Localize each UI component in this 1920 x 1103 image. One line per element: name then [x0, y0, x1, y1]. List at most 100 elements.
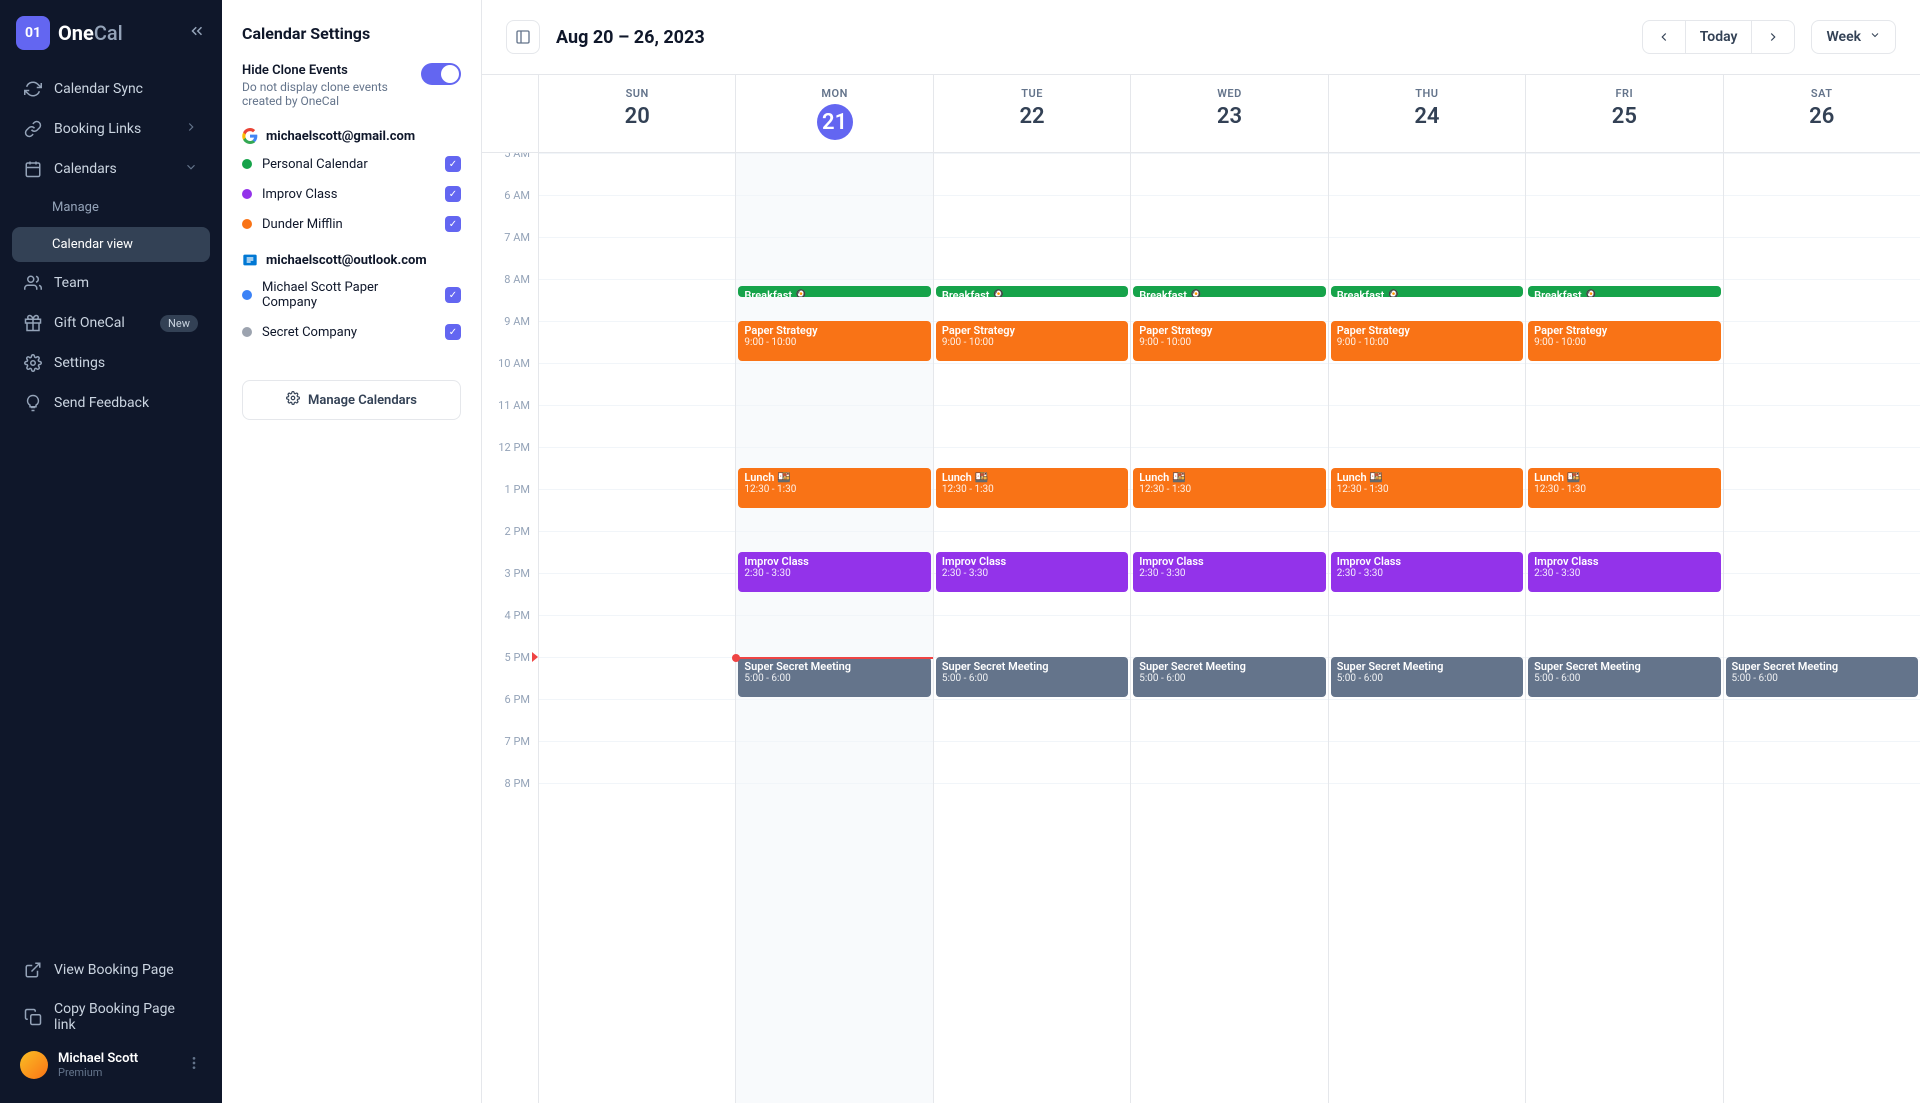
user-menu-icon[interactable]: [186, 1055, 202, 1075]
event[interactable]: Breakfast 🍳: [738, 286, 930, 297]
logo[interactable]: 01 OneCal: [16, 16, 123, 50]
event-title: Lunch 🍱: [1337, 471, 1517, 484]
week-body[interactable]: 5 AM6 AM7 AM8 AM9 AM10 AM11 AM12 PM1 PM2…: [482, 153, 1920, 1103]
event-time: 5:00 - 6:00: [744, 673, 924, 684]
event[interactable]: Lunch 🍱12:30 - 1:30: [936, 468, 1128, 508]
nav-item-calendars[interactable]: Calendars: [12, 150, 210, 188]
event-time: 5:00 - 6:00: [1732, 673, 1912, 684]
event-title: Improv Class: [942, 555, 1122, 568]
event[interactable]: Lunch 🍱12:30 - 1:30: [738, 468, 930, 508]
day-column[interactable]: Super Secret Meeting5:00 - 6:00: [1723, 153, 1920, 1103]
calendar-color-dot: [242, 327, 252, 337]
nav-label: Booking Links: [54, 121, 141, 137]
day-column[interactable]: [538, 153, 735, 1103]
calendar-name: Secret Company: [262, 325, 435, 340]
hide-clone-toggle[interactable]: [421, 63, 461, 85]
nav-item-team[interactable]: Team: [12, 264, 210, 302]
day-column[interactable]: Breakfast 🍳 Paper Strategy9:00 - 10:00 Lun…: [1130, 153, 1327, 1103]
event[interactable]: Breakfast 🍳: [1331, 286, 1523, 297]
nav-item-manage[interactable]: Manage: [12, 190, 210, 225]
day-header[interactable]: SAT 26: [1723, 75, 1920, 152]
event[interactable]: Super Secret Meeting5:00 - 6:00: [1331, 657, 1523, 697]
calendar-checkbox[interactable]: ✓: [445, 216, 461, 232]
event[interactable]: Super Secret Meeting5:00 - 6:00: [738, 657, 930, 697]
event[interactable]: Paper Strategy9:00 - 10:00: [1331, 321, 1523, 361]
calendar-row: Dunder Mifflin ✓: [242, 214, 461, 234]
day-header[interactable]: WED 23: [1130, 75, 1327, 152]
event[interactable]: Lunch 🍱12:30 - 1:30: [1528, 468, 1720, 508]
next-button[interactable]: [1752, 21, 1794, 53]
time-label: 9 AM: [482, 315, 538, 357]
event[interactable]: Paper Strategy9:00 - 10:00: [738, 321, 930, 361]
event[interactable]: Improv Class2:30 - 3:30: [1133, 552, 1325, 592]
event[interactable]: Super Secret Meeting5:00 - 6:00: [936, 657, 1128, 697]
user-plan: Premium: [58, 1066, 138, 1079]
user-row[interactable]: Michael Scott Premium: [12, 1043, 210, 1087]
team-icon: [24, 274, 42, 292]
nav-item-viewpage[interactable]: View Booking Page: [12, 951, 210, 989]
calendar-name: Dunder Mifflin: [262, 217, 435, 232]
nav-item-feedback[interactable]: Send Feedback: [12, 384, 210, 422]
calendar-checkbox[interactable]: ✓: [445, 287, 461, 303]
sync-icon: [24, 80, 42, 98]
nav-label: Send Feedback: [54, 395, 149, 411]
event[interactable]: Super Secret Meeting5:00 - 6:00: [1726, 657, 1918, 697]
day-column[interactable]: Breakfast 🍳 Paper Strategy9:00 - 10:00 Lun…: [735, 153, 932, 1103]
nav-item-calview[interactable]: Calendar view: [12, 227, 210, 262]
event-title: Paper Strategy: [942, 324, 1122, 337]
day-header[interactable]: MON 21: [735, 75, 932, 152]
outlook-icon: [242, 252, 258, 268]
nav-item-gift[interactable]: Gift OneCalNew: [12, 304, 210, 342]
event[interactable]: Paper Strategy9:00 - 10:00: [936, 321, 1128, 361]
day-header[interactable]: TUE 22: [933, 75, 1130, 152]
day-header[interactable]: SUN 20: [538, 75, 735, 152]
view-label: Week: [1826, 29, 1861, 45]
event[interactable]: Breakfast 🍳: [936, 286, 1128, 297]
now-marker-triangle: [532, 652, 538, 662]
event[interactable]: Paper Strategy9:00 - 10:00: [1133, 321, 1325, 361]
event[interactable]: Paper Strategy9:00 - 10:00: [1528, 321, 1720, 361]
event-time: 9:00 - 10:00: [942, 337, 1122, 348]
collapse-sidebar-icon[interactable]: [188, 22, 206, 44]
event[interactable]: Super Secret Meeting5:00 - 6:00: [1133, 657, 1325, 697]
today-button[interactable]: Today: [1686, 21, 1753, 53]
logo-cal: Cal: [94, 21, 123, 45]
event[interactable]: Lunch 🍱12:30 - 1:30: [1331, 468, 1523, 508]
nav-label: Copy Booking Page link: [54, 1001, 198, 1033]
view-select[interactable]: Week: [1811, 20, 1896, 54]
event[interactable]: Breakfast 🍳: [1528, 286, 1720, 297]
day-column[interactable]: Breakfast 🍳 Paper Strategy9:00 - 10:00 Lun…: [1328, 153, 1525, 1103]
calendar-checkbox[interactable]: ✓: [445, 324, 461, 340]
event[interactable]: Improv Class2:30 - 3:30: [936, 552, 1128, 592]
nav-item-settings[interactable]: Settings: [12, 344, 210, 382]
prev-button[interactable]: [1643, 21, 1686, 53]
event[interactable]: Breakfast 🍳: [1133, 286, 1325, 297]
event[interactable]: Lunch 🍱12:30 - 1:30: [1133, 468, 1325, 508]
event-title: Lunch 🍱: [1139, 471, 1319, 484]
day-header[interactable]: THU 24: [1328, 75, 1525, 152]
day-header[interactable]: FRI 25: [1525, 75, 1722, 152]
manage-calendars-button[interactable]: Manage Calendars: [242, 380, 461, 420]
event-title: Super Secret Meeting: [942, 660, 1122, 673]
calendar-checkbox[interactable]: ✓: [445, 186, 461, 202]
panel-toggle-button[interactable]: [506, 20, 540, 54]
nav-item-copylink[interactable]: Copy Booking Page link: [12, 991, 210, 1043]
calendar-checkbox[interactable]: ✓: [445, 156, 461, 172]
nav-label: Calendars: [54, 161, 117, 177]
day-column[interactable]: Breakfast 🍳 Paper Strategy9:00 - 10:00 Lun…: [933, 153, 1130, 1103]
nav-label: View Booking Page: [54, 962, 174, 978]
nav-item-sync[interactable]: Calendar Sync: [12, 70, 210, 108]
nav-item-booking[interactable]: Booking Links: [12, 110, 210, 148]
hide-clone-setting: Hide Clone Events Do not display clone e…: [242, 63, 461, 108]
day-name: THU: [1329, 87, 1525, 100]
now-indicator: [736, 657, 932, 659]
calendar-icon: [24, 160, 42, 178]
event[interactable]: Improv Class2:30 - 3:30: [1331, 552, 1523, 592]
account-header: michaelscott@outlook.com: [242, 252, 461, 268]
event[interactable]: Improv Class2:30 - 3:30: [1528, 552, 1720, 592]
nav-main: Calendar Sync Booking Links Calendars Manag…: [12, 70, 210, 422]
event[interactable]: Super Secret Meeting5:00 - 6:00: [1528, 657, 1720, 697]
event[interactable]: Improv Class2:30 - 3:30: [738, 552, 930, 592]
chevron-down-icon: [1869, 29, 1881, 45]
day-column[interactable]: Breakfast 🍳 Paper Strategy9:00 - 10:00 Lun…: [1525, 153, 1722, 1103]
